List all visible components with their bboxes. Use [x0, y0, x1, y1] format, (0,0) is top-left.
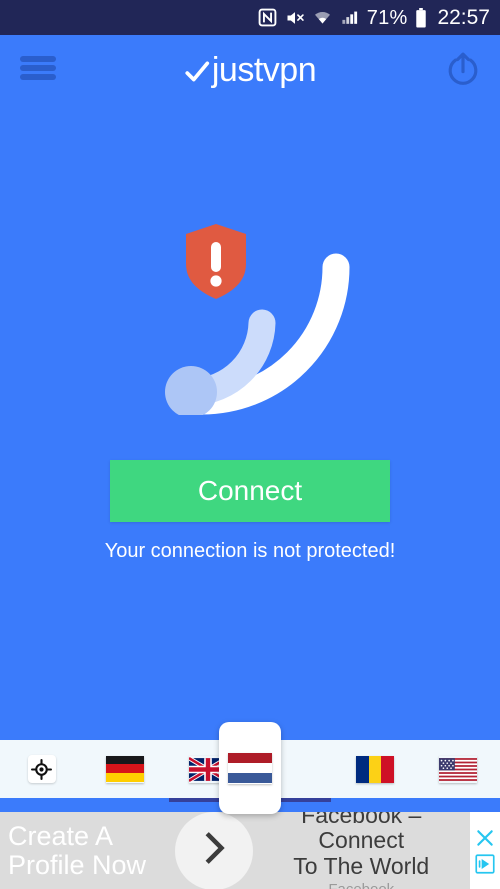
ad-headline: Create A Profile Now [0, 822, 175, 879]
ad-controls [470, 812, 500, 889]
connection-status-message: Your connection is not protected! [104, 540, 396, 562]
flag-de [105, 755, 144, 783]
status-bar-clock: 22:57 [437, 6, 490, 29]
ad-cta-button[interactable] [174, 812, 253, 889]
app-screen: 71% 22:57 justvpn Connect Your connectio… [0, 0, 500, 889]
country-item-netherlands-selected[interactable] [219, 722, 281, 814]
check-icon [184, 59, 210, 85]
status-bar: 71% 22:57 [0, 0, 500, 35]
flag-ro [355, 755, 394, 783]
ad-advertiser: Facebook [259, 881, 464, 889]
ad-headline-line1: Create A [8, 821, 114, 852]
shield-warning-icon [186, 224, 246, 299]
flag-nl [228, 752, 272, 784]
country-item-united-states[interactable] [417, 740, 500, 798]
country-item-germany[interactable] [83, 740, 166, 798]
connect-button-label: Connect [197, 475, 303, 506]
country-item-auto-location[interactable] [0, 740, 83, 798]
wifi-unprotected-icon [0, 215, 500, 415]
mute-icon [285, 8, 305, 28]
app-logo-text: justvpn [211, 51, 317, 89]
country-item-romania[interactable] [333, 740, 416, 798]
battery-percent: 71% [366, 6, 408, 29]
battery-icon [415, 7, 427, 28]
ad-banner[interactable]: Create A Profile Now Facebook – Connect … [0, 812, 500, 889]
close-icon[interactable] [475, 828, 495, 848]
flag-us [439, 756, 478, 783]
app-header: justvpn [0, 35, 500, 105]
nfc-icon [258, 8, 277, 27]
ad-headline-line2: Profile Now [8, 849, 147, 880]
power-share-icon[interactable] [444, 51, 482, 94]
connect-button[interactable]: Connect [110, 460, 390, 522]
adchoices-icon[interactable] [475, 853, 495, 874]
ad-title-line1: Facebook – Connect [301, 812, 422, 854]
ad-text-block: Facebook – Connect To The World Facebook [253, 812, 470, 889]
signal-icon [340, 8, 359, 27]
ad-title-line2: To The World [293, 852, 430, 879]
main-content: Connect Your connection is not protected… [0, 105, 500, 820]
app-logo: justvpn [0, 35, 500, 105]
wifi-icon [313, 8, 332, 27]
chevron-right-icon [196, 830, 232, 871]
location-crosshair-icon [27, 755, 56, 783]
